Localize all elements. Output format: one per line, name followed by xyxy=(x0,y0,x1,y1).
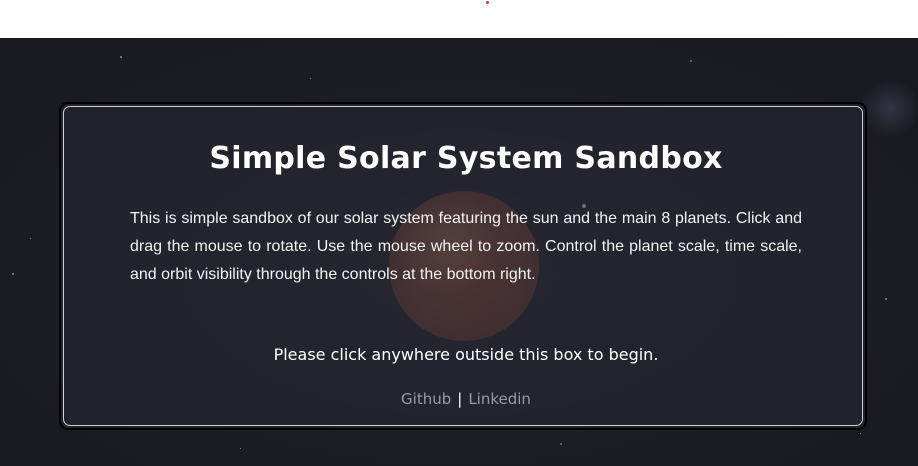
star xyxy=(860,433,861,434)
star xyxy=(240,448,241,449)
linkedin-link[interactable]: Linkedin xyxy=(468,390,531,408)
top-bar xyxy=(0,0,918,38)
star xyxy=(30,238,31,239)
star xyxy=(12,273,14,275)
modal-title: Simple Solar System Sandbox xyxy=(209,141,723,176)
star xyxy=(310,78,311,79)
star xyxy=(690,60,692,62)
star xyxy=(560,443,562,445)
intro-modal-border: Simple Solar System Sandbox This is simp… xyxy=(63,106,863,426)
star xyxy=(885,298,887,300)
github-link[interactable]: Github xyxy=(401,390,451,408)
social-links: Github | Linkedin xyxy=(64,390,868,408)
modal-description: This is simple sandbox of our solar syst… xyxy=(130,210,802,283)
intro-modal: Simple Solar System Sandbox This is simp… xyxy=(59,102,867,430)
link-separator: | xyxy=(457,390,463,408)
begin-prompt: Please click anywhere outside this box t… xyxy=(273,345,659,364)
loading-dot xyxy=(486,1,489,4)
star xyxy=(120,56,122,58)
nebula-glow xyxy=(860,78,918,138)
